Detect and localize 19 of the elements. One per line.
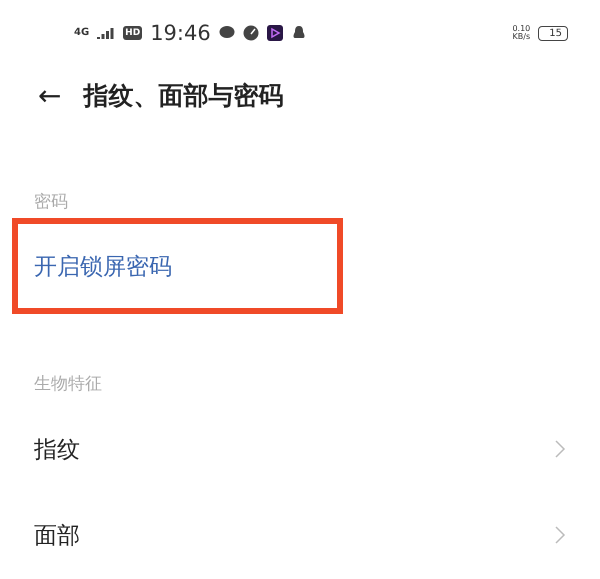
chevron-icon [554, 439, 566, 459]
settings-item[interactable]: 面部 [34, 520, 80, 550]
back-button[interactable]: ← [38, 78, 62, 112]
hd-label: HD [123, 26, 142, 40]
battery-level: 15 [538, 26, 568, 40]
network-label: 4G [74, 28, 90, 38]
app-icon [266, 25, 283, 41]
clock: 19:46 [150, 21, 211, 45]
chevron-icon [554, 525, 566, 545]
signal-icon [97, 27, 116, 39]
section-title: 密码 [34, 190, 68, 212]
gauge-icon [242, 25, 259, 41]
settings-item[interactable]: 指纹 [34, 434, 80, 464]
penguin-icon [290, 25, 307, 41]
section-title: 生物特征 [34, 372, 102, 394]
network-speed: 0.10 KB/s [512, 25, 530, 41]
page-title: 指纹、面部与密码 [83, 80, 284, 112]
chat-icon [218, 25, 235, 41]
settings-item[interactable]: 开启锁屏密码 [34, 250, 172, 282]
